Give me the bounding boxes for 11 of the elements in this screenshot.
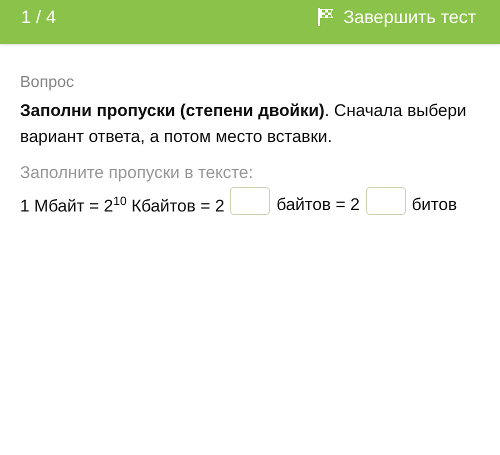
instruction-text: Заполните пропуски в тексте: xyxy=(20,162,254,184)
blank-field[interactable] xyxy=(366,187,406,216)
progress-counter: 1 / 4 xyxy=(21,6,56,29)
question-label: Вопрос xyxy=(20,73,76,93)
equation-text: 1 Мбайт = 2$^{10}$ Кбайтов = 2 xyxy=(20,194,224,217)
equation-text: битов xyxy=(412,195,458,216)
blank-field[interactable] xyxy=(230,187,270,216)
equation-text: байтов = 2 xyxy=(276,195,360,216)
checkered-flag-icon xyxy=(317,7,336,27)
question-text: Заполни пропуски (степени двойки). Сначала выбери вариант ответа, а потом место вставки. xyxy=(20,100,468,148)
finish-test-button[interactable]: Завершить тест xyxy=(317,2,476,32)
